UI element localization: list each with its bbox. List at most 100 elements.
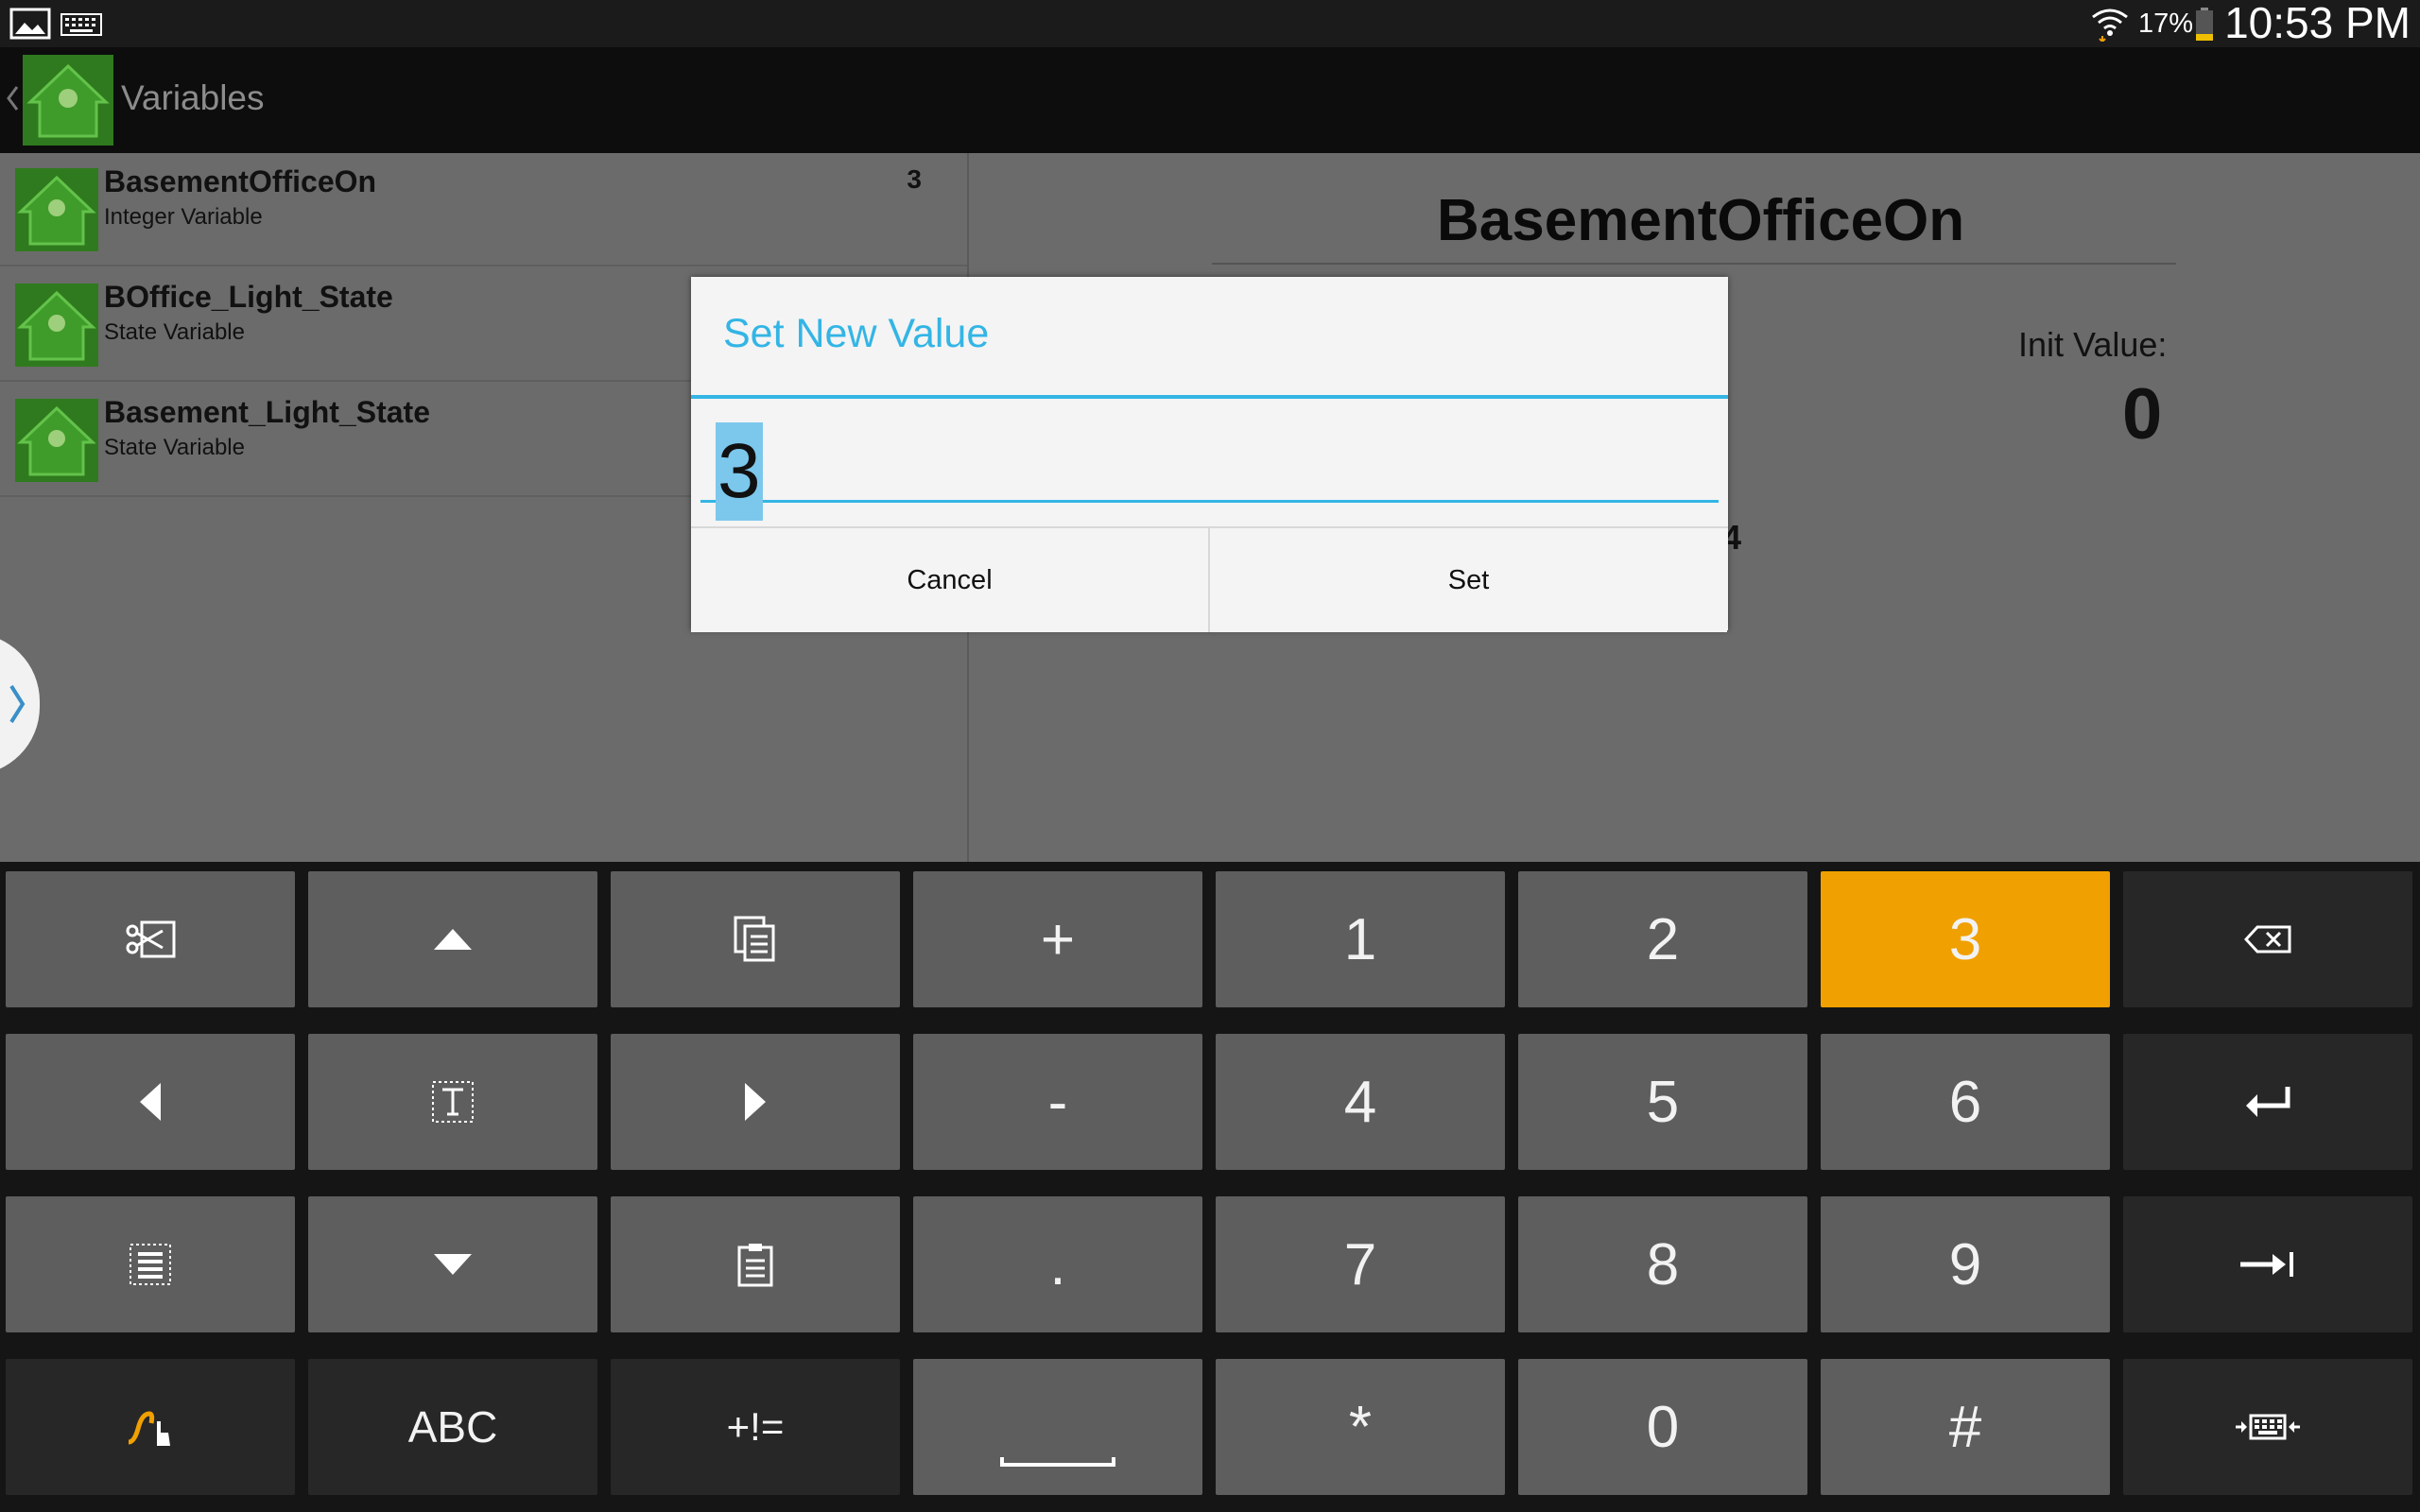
enter-icon xyxy=(2244,1085,2291,1119)
key-label: 9 xyxy=(1948,1231,1982,1297)
arrow-left-icon xyxy=(138,1081,163,1123)
paste-key[interactable] xyxy=(611,1196,900,1332)
select-all-icon xyxy=(129,1243,172,1286)
numeric-keyboard: + 1 2 3 - 4 5 6 . 7 8 9 ABC +!= * 0 # xyxy=(0,862,2420,1512)
key-9[interactable]: 9 xyxy=(1821,1196,2110,1332)
space-key[interactable] xyxy=(913,1359,1202,1495)
key-5[interactable]: 5 xyxy=(1518,1034,1807,1170)
tab-key[interactable] xyxy=(2123,1196,2412,1332)
arrow-right-icon xyxy=(743,1081,768,1123)
key-label: 2 xyxy=(1646,906,1680,972)
key-label: 7 xyxy=(1343,1231,1377,1297)
paste-icon xyxy=(736,1242,774,1287)
key-label: +!= xyxy=(726,1404,785,1449)
arrow-down-icon xyxy=(432,1252,474,1277)
key-label: 0 xyxy=(1646,1394,1680,1460)
space-icon xyxy=(1000,1455,1115,1469)
key-label: 4 xyxy=(1343,1069,1377,1135)
key-label: 6 xyxy=(1948,1069,1982,1135)
cursor-up-key[interactable] xyxy=(308,871,597,1007)
divider xyxy=(0,265,967,266)
key-label: + xyxy=(1040,906,1076,972)
key-hash[interactable]: # xyxy=(1821,1359,2110,1495)
variable-icon xyxy=(15,399,98,482)
init-value: 0 xyxy=(2122,374,2163,455)
key-minus[interactable]: - xyxy=(913,1034,1202,1170)
detail-title: BasementOfficeOn xyxy=(1437,188,1965,253)
action-bar: Variables xyxy=(0,47,2420,153)
clock: 10:53 PM xyxy=(2224,0,2411,47)
cursor-left-key[interactable] xyxy=(6,1034,295,1170)
key-label: - xyxy=(1047,1069,1068,1135)
set-value-dialog: Set New Value 3 Cancel Set xyxy=(691,277,1728,632)
variable-icon xyxy=(15,284,98,367)
gallery-notification-icon xyxy=(9,8,51,44)
variable-type: State Variable xyxy=(104,319,245,345)
init-value-label: Init Value: xyxy=(2018,325,2168,364)
key-plus[interactable]: + xyxy=(913,871,1202,1007)
app-icon xyxy=(23,55,113,150)
key-label: # xyxy=(1948,1394,1982,1460)
key-1[interactable]: 1 xyxy=(1216,871,1505,1007)
key-label: 5 xyxy=(1646,1069,1680,1135)
backspace-key[interactable] xyxy=(2123,871,2412,1007)
variable-name: BOffice_Light_State xyxy=(104,280,393,314)
text-select-icon xyxy=(431,1080,475,1124)
copy-icon xyxy=(734,916,777,963)
tab-icon xyxy=(2238,1250,2297,1279)
key-3[interactable]: 3 xyxy=(1821,871,2110,1007)
key-7[interactable]: 7 xyxy=(1216,1196,1505,1332)
key-6[interactable]: 6 xyxy=(1821,1034,2110,1170)
cancel-button[interactable]: Cancel xyxy=(691,528,1208,632)
chevron-left-icon xyxy=(6,85,19,116)
cut-key[interactable] xyxy=(6,871,295,1007)
backspace-icon xyxy=(2244,925,2291,954)
key-label: 8 xyxy=(1646,1231,1680,1297)
wifi-icon xyxy=(2089,4,2131,46)
value-input[interactable]: 3 xyxy=(700,407,1719,521)
select-all-key[interactable] xyxy=(6,1196,295,1332)
text-select-key[interactable] xyxy=(308,1034,597,1170)
variable-name: BasementOfficeOn xyxy=(104,164,377,198)
keyboard-settings-icon xyxy=(2234,1412,2302,1442)
copy-key[interactable] xyxy=(611,871,900,1007)
chevron-right-icon xyxy=(8,682,26,730)
key-period[interactable]: . xyxy=(913,1196,1202,1332)
dialog-button-bar: Cancel Set xyxy=(691,526,1728,632)
dialog-title: Set New Value xyxy=(723,311,990,356)
cursor-right-key[interactable] xyxy=(611,1034,900,1170)
symbols-key[interactable]: +!= xyxy=(611,1359,900,1495)
key-4[interactable]: 4 xyxy=(1216,1034,1505,1170)
key-label: ABC xyxy=(407,1402,498,1452)
key-0[interactable]: 0 xyxy=(1518,1359,1807,1495)
page-title: Variables xyxy=(121,78,265,117)
handwriting-key[interactable] xyxy=(6,1359,295,1495)
key-8[interactable]: 8 xyxy=(1518,1196,1807,1332)
variable-icon xyxy=(15,168,98,251)
variable-type: Integer Variable xyxy=(104,204,263,230)
set-button[interactable]: Set xyxy=(1210,528,1727,632)
abc-key[interactable]: ABC xyxy=(308,1359,597,1495)
key-asterisk[interactable]: * xyxy=(1216,1359,1505,1495)
battery-icon xyxy=(2195,8,2214,46)
status-bar: 17% 10:53 PM xyxy=(0,0,2420,47)
cut-icon xyxy=(125,919,176,959)
battery-percent: 17% xyxy=(2138,9,2194,39)
keyboard-settings-key[interactable] xyxy=(2123,1359,2412,1495)
value-input-text: 3 xyxy=(716,422,763,521)
enter-key[interactable] xyxy=(2123,1034,2412,1170)
key-2[interactable]: 2 xyxy=(1518,871,1807,1007)
key-label: * xyxy=(1348,1394,1373,1460)
key-label: . xyxy=(1049,1231,1066,1297)
up-navigation[interactable] xyxy=(0,47,117,153)
handwriting-icon xyxy=(125,1406,176,1448)
arrow-up-icon xyxy=(432,927,474,952)
variable-name: Basement_Light_State xyxy=(104,395,430,429)
keyboard-notification-icon xyxy=(60,13,102,41)
key-label: 3 xyxy=(1948,906,1982,972)
dialog-title-divider xyxy=(691,395,1728,399)
variable-value: 3 xyxy=(907,164,922,194)
variable-type: State Variable xyxy=(104,435,245,460)
cursor-down-key[interactable] xyxy=(308,1196,597,1332)
list-item[interactable]: BasementOfficeOn Integer Variable 3 xyxy=(0,153,967,266)
